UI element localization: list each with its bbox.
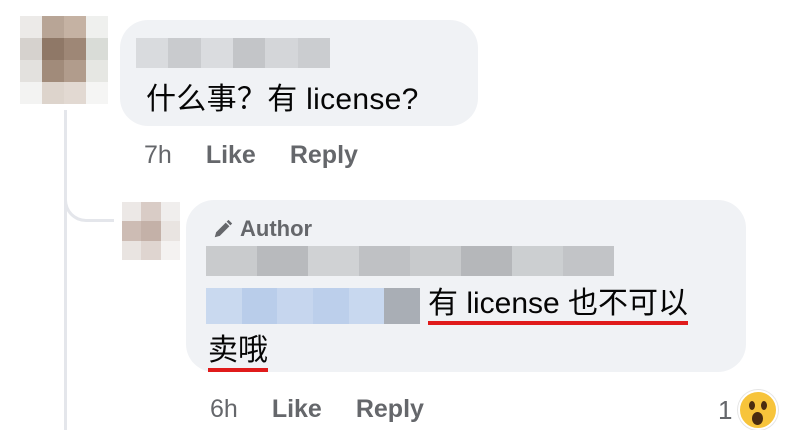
thread-connector <box>64 176 114 222</box>
comment-text: 什么事？有 license? <box>146 83 419 116</box>
reply-button[interactable]: Reply <box>290 141 358 170</box>
comment-actions: 7h Like Reply <box>144 141 358 170</box>
reply-actions: 6h Like Reply <box>210 395 424 424</box>
reaction-summary[interactable]: 1 <box>718 390 779 430</box>
author-badge-label: Author <box>240 216 313 241</box>
mention-blurred[interactable] <box>206 288 421 324</box>
author-name-blurred[interactable] <box>136 38 330 68</box>
like-button[interactable]: Like <box>272 395 322 424</box>
reply-bubble: Author 有 license 也不可以 卖哦 <box>186 200 746 372</box>
comment-bubble: 什么事？有 license? <box>120 20 478 126</box>
thread-line <box>64 110 67 430</box>
reply-text: 有 license 也不可以 <box>428 287 689 325</box>
reply-button[interactable]: Reply <box>356 395 424 424</box>
avatar[interactable] <box>20 16 108 104</box>
like-button[interactable]: Like <box>206 141 256 170</box>
wow-emoji-icon <box>738 390 779 430</box>
author-name-blurred[interactable] <box>206 246 614 276</box>
reaction-count: 1 <box>718 394 733 425</box>
author-badge: Author <box>212 216 312 242</box>
reply-timestamp[interactable]: 6h <box>210 395 238 424</box>
comment-timestamp[interactable]: 7h <box>144 141 172 170</box>
pen-icon <box>214 219 233 238</box>
avatar[interactable] <box>122 202 180 260</box>
reply-text-line: 有 license 也不可以 <box>206 286 689 326</box>
reply-text-continued: 卖哦 <box>208 334 268 372</box>
